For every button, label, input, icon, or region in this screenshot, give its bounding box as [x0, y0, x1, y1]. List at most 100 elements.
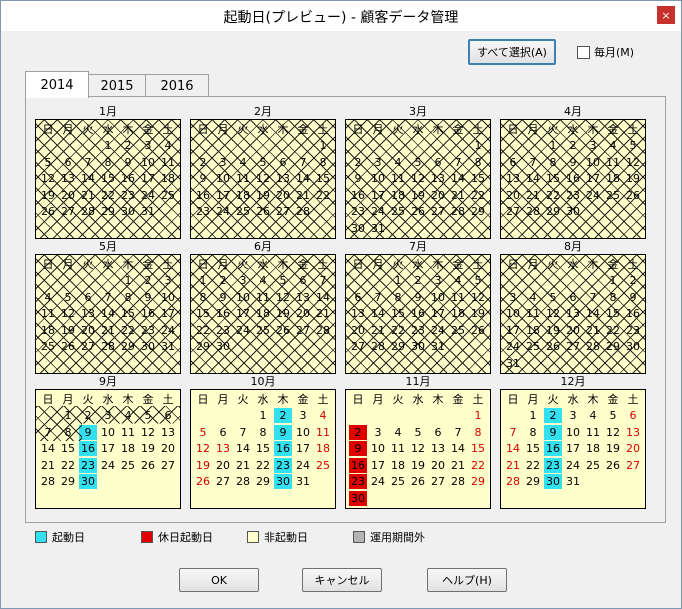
- day-cell[interactable]: 5: [39, 155, 57, 170]
- day-cell[interactable]: 30: [564, 204, 582, 219]
- day-cell[interactable]: 22: [194, 323, 212, 338]
- day-cell[interactable]: 20: [504, 188, 522, 203]
- day-cell[interactable]: 31: [294, 474, 312, 489]
- day-cell[interactable]: 24: [369, 204, 387, 219]
- day-cell[interactable]: 4: [389, 425, 407, 440]
- day-cell[interactable]: 25: [604, 188, 622, 203]
- day-cell[interactable]: 25: [584, 458, 602, 473]
- day-cell[interactable]: 1: [314, 138, 332, 153]
- day-cell[interactable]: 16: [349, 188, 367, 203]
- day-cell[interactable]: 19: [409, 188, 427, 203]
- day-cell[interactable]: 28: [524, 204, 542, 219]
- day-cell[interactable]: 9: [564, 155, 582, 170]
- day-cell[interactable]: 12: [409, 441, 427, 456]
- day-cell[interactable]: 12: [254, 171, 272, 186]
- day-cell[interactable]: 25: [449, 323, 467, 338]
- day-cell[interactable]: 2: [274, 408, 292, 423]
- day-cell[interactable]: 20: [79, 323, 97, 338]
- ok-button[interactable]: OK: [179, 568, 259, 592]
- day-cell[interactable]: 11: [234, 171, 252, 186]
- day-cell[interactable]: 4: [389, 155, 407, 170]
- day-cell[interactable]: 31: [139, 204, 157, 219]
- day-cell[interactable]: 25: [389, 204, 407, 219]
- day-cell[interactable]: 3: [234, 273, 252, 288]
- day-cell[interactable]: 6: [214, 425, 232, 440]
- day-cell[interactable]: 26: [409, 204, 427, 219]
- day-cell[interactable]: 24: [429, 323, 447, 338]
- day-cell[interactable]: 24: [369, 474, 387, 489]
- day-cell[interactable]: 8: [119, 290, 137, 305]
- day-cell[interactable]: 8: [59, 425, 77, 440]
- day-cell[interactable]: 19: [194, 458, 212, 473]
- day-cell[interactable]: 4: [524, 290, 542, 305]
- day-cell[interactable]: 8: [469, 425, 487, 440]
- day-cell[interactable]: 17: [564, 441, 582, 456]
- day-cell[interactable]: 25: [254, 323, 272, 338]
- day-cell[interactable]: 21: [234, 458, 252, 473]
- day-cell[interactable]: 2: [544, 408, 562, 423]
- day-cell[interactable]: 14: [584, 306, 602, 321]
- day-cell[interactable]: 2: [624, 273, 642, 288]
- day-cell[interactable]: 7: [39, 425, 57, 440]
- day-cell[interactable]: 6: [429, 425, 447, 440]
- day-cell[interactable]: 10: [369, 171, 387, 186]
- day-cell[interactable]: 27: [59, 204, 77, 219]
- day-cell[interactable]: 20: [274, 188, 292, 203]
- day-cell[interactable]: 15: [469, 441, 487, 456]
- day-cell[interactable]: 11: [604, 155, 622, 170]
- day-cell[interactable]: 21: [99, 323, 117, 338]
- day-cell[interactable]: 27: [214, 474, 232, 489]
- day-cell[interactable]: 25: [524, 339, 542, 354]
- day-cell[interactable]: 24: [294, 458, 312, 473]
- day-cell[interactable]: 7: [584, 290, 602, 305]
- day-cell[interactable]: 15: [314, 171, 332, 186]
- day-cell[interactable]: 29: [389, 339, 407, 354]
- day-cell[interactable]: 7: [314, 273, 332, 288]
- day-cell[interactable]: 23: [349, 204, 367, 219]
- day-cell[interactable]: 25: [234, 204, 252, 219]
- day-cell[interactable]: 11: [524, 306, 542, 321]
- day-cell[interactable]: 27: [274, 204, 292, 219]
- day-cell[interactable]: 16: [564, 171, 582, 186]
- help-button[interactable]: ヘルプ(H): [427, 568, 507, 592]
- day-cell[interactable]: 22: [604, 323, 622, 338]
- day-cell[interactable]: 23: [194, 204, 212, 219]
- day-cell[interactable]: 15: [524, 441, 542, 456]
- day-cell[interactable]: 30: [349, 490, 367, 506]
- day-cell[interactable]: 21: [294, 188, 312, 203]
- day-cell[interactable]: 4: [119, 408, 137, 423]
- day-cell[interactable]: 4: [584, 408, 602, 423]
- day-cell[interactable]: 13: [624, 425, 642, 440]
- day-cell[interactable]: 21: [449, 188, 467, 203]
- day-cell[interactable]: 30: [214, 339, 232, 354]
- day-cell[interactable]: 9: [409, 290, 427, 305]
- day-cell[interactable]: 26: [544, 339, 562, 354]
- day-cell[interactable]: 20: [429, 188, 447, 203]
- day-cell[interactable]: 21: [524, 188, 542, 203]
- close-button[interactable]: ×: [657, 6, 675, 24]
- day-cell[interactable]: 30: [274, 474, 292, 489]
- day-cell[interactable]: 6: [564, 290, 582, 305]
- day-cell[interactable]: 21: [39, 458, 57, 473]
- day-cell[interactable]: 10: [294, 425, 312, 440]
- day-cell[interactable]: 1: [524, 408, 542, 423]
- day-cell[interactable]: 8: [99, 155, 117, 170]
- day-cell[interactable]: 25: [389, 474, 407, 489]
- day-cell[interactable]: 26: [194, 474, 212, 489]
- day-cell[interactable]: 15: [59, 441, 77, 456]
- day-cell[interactable]: 6: [504, 155, 522, 170]
- day-cell[interactable]: 1: [389, 273, 407, 288]
- day-cell[interactable]: 24: [234, 323, 252, 338]
- day-cell[interactable]: 22: [544, 188, 562, 203]
- day-cell[interactable]: 24: [139, 188, 157, 203]
- day-cell[interactable]: 23: [214, 323, 232, 338]
- day-cell[interactable]: 23: [119, 188, 137, 203]
- day-cell[interactable]: 2: [564, 138, 582, 153]
- day-cell[interactable]: 19: [39, 188, 57, 203]
- day-cell[interactable]: 3: [504, 290, 522, 305]
- day-cell[interactable]: 26: [409, 474, 427, 489]
- day-cell[interactable]: 19: [604, 441, 622, 456]
- day-cell[interactable]: 8: [544, 155, 562, 170]
- day-cell[interactable]: 11: [39, 306, 57, 321]
- day-cell[interactable]: 22: [469, 458, 487, 473]
